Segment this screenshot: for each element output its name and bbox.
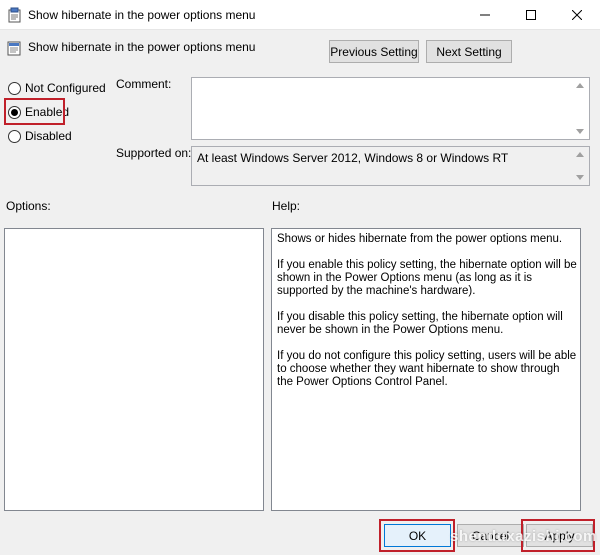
scroll-down-icon[interactable] — [576, 129, 584, 134]
radio-label: Disabled — [25, 129, 72, 143]
minimize-icon — [480, 14, 490, 16]
supported-on-field: At least Windows Server 2012, Windows 8 … — [191, 146, 590, 186]
radio-button[interactable] — [8, 81, 21, 95]
highlight-box-enabled — [4, 98, 65, 125]
supported-on-value: At least Windows Server 2012, Windows 8 … — [197, 151, 509, 165]
options-label: Options: — [6, 199, 51, 213]
maximize-button[interactable] — [508, 0, 554, 30]
policy-document-icon — [7, 41, 21, 56]
comment-scrollbar[interactable] — [574, 78, 589, 139]
radio-button[interactable] — [8, 129, 21, 143]
comment-field[interactable] — [191, 77, 590, 140]
radio-disabled[interactable]: Disabled — [8, 128, 72, 144]
window-title: Show hibernate in the power options menu — [28, 8, 256, 22]
close-icon — [572, 10, 582, 20]
help-paragraph: If you enable this policy setting, the h… — [277, 259, 577, 297]
scroll-down-icon[interactable] — [576, 175, 584, 180]
maximize-icon — [526, 10, 536, 20]
supported-scrollbar[interactable] — [574, 147, 589, 185]
policy-name: Show hibernate in the power options menu — [28, 40, 256, 54]
watermark: shenduxazishi.com — [450, 528, 597, 545]
comment-label: Comment: — [116, 77, 172, 91]
close-button[interactable] — [554, 0, 600, 30]
title-bar: Show hibernate in the power options menu — [0, 0, 600, 30]
help-text: Shows or hides hibernate from the power … — [277, 233, 577, 402]
scroll-up-icon[interactable] — [576, 83, 584, 88]
minimize-button[interactable] — [462, 0, 508, 30]
highlight-box-ok — [379, 519, 455, 552]
help-pane[interactable]: Shows or hides hibernate from the power … — [271, 228, 581, 511]
radio-not-configured[interactable]: Not Configured — [8, 80, 106, 96]
options-pane — [4, 228, 264, 511]
help-paragraph: If you disable this policy setting, the … — [277, 311, 563, 336]
help-paragraph: If you do not configure this policy sett… — [277, 350, 577, 388]
next-setting-button[interactable]: Next Setting — [426, 40, 512, 63]
radio-label: Not Configured — [25, 81, 106, 95]
scroll-up-icon[interactable] — [576, 152, 584, 157]
supported-on-label: Supported on: — [116, 146, 192, 160]
help-label: Help: — [272, 199, 301, 213]
previous-setting-button[interactable]: Previous Setting — [329, 40, 419, 63]
help-paragraph: Shows or hides hibernate from the power … — [277, 233, 563, 245]
policy-icon — [8, 7, 21, 23]
